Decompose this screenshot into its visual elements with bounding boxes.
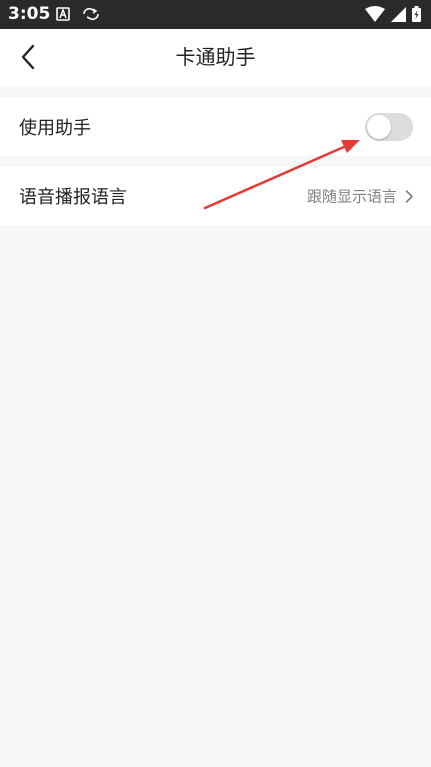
toggle-knob xyxy=(367,114,391,139)
signal-icon xyxy=(391,6,406,22)
voice-language-row[interactable]: 语音播报语言 跟随显示语言 xyxy=(0,167,431,225)
battery-icon xyxy=(412,6,421,22)
sync-icon xyxy=(83,7,99,21)
status-right-icons xyxy=(365,6,421,22)
app-header: 卡通助手 xyxy=(0,29,431,86)
status-left-icons xyxy=(56,7,100,21)
use-assistant-row: 使用助手 xyxy=(0,97,431,156)
voice-language-selector[interactable]: 跟随显示语言 xyxy=(307,186,414,207)
chevron-right-icon xyxy=(405,189,413,203)
use-assistant-label: 使用助手 xyxy=(19,117,91,139)
a-notification-icon xyxy=(56,7,70,21)
status-bar: 3:05 xyxy=(0,0,431,29)
wifi-icon xyxy=(365,6,385,22)
page-title: 卡通助手 xyxy=(175,45,256,69)
voice-language-value: 跟随显示语言 xyxy=(306,187,397,206)
use-assistant-toggle[interactable] xyxy=(365,112,413,141)
status-time: 3:05 xyxy=(8,4,51,24)
voice-language-label: 语音播报语言 xyxy=(19,187,127,208)
